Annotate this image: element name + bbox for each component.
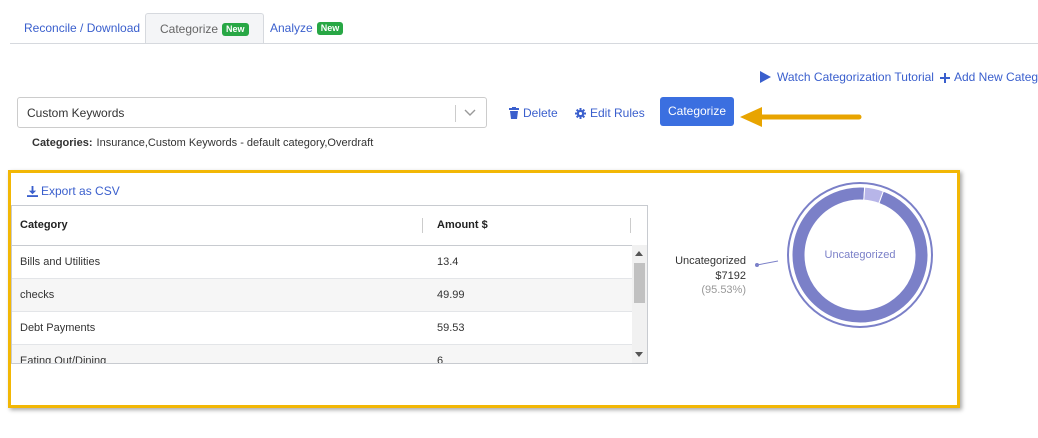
add-new-category-link[interactable]: Add New Catego (940, 70, 1038, 84)
callout-amount: $7192 (715, 270, 746, 282)
table-row[interactable]: checks 49.99 (12, 279, 632, 312)
gear-icon (575, 108, 586, 119)
rule-set-select[interactable]: Custom Keywords (17, 97, 487, 128)
new-badge: New (222, 23, 249, 36)
row-amount: 59.53 (437, 322, 465, 334)
categories-summary: Categories: Insurance,Custom Keywords - d… (32, 137, 373, 149)
table-row[interactable]: Bills and Utilities 13.4 (12, 246, 632, 279)
select-divider (455, 105, 456, 122)
column-divider (630, 218, 631, 233)
column-divider (422, 218, 423, 233)
categorize-button[interactable]: Categorize (660, 97, 734, 126)
tabs-divider (10, 43, 1038, 44)
callout-dot (755, 263, 759, 267)
row-category: Bills and Utilities (20, 256, 101, 268)
scroll-down-icon[interactable] (635, 352, 643, 357)
category-table: Category Amount $ Bills and Utilities 13… (11, 205, 648, 364)
column-header-amount[interactable]: Amount $ (437, 206, 488, 245)
row-amount: 49.99 (437, 289, 465, 301)
row-category: Eating Out/Dining (20, 355, 107, 364)
new-badge: New (316, 22, 344, 35)
tab-categorize[interactable]: Categorize New (145, 13, 264, 44)
tab-label: Analyze (270, 21, 313, 35)
row-category: checks (20, 289, 55, 301)
trash-icon (509, 107, 519, 119)
row-category: Debt Payments (20, 322, 96, 334)
edit-rules-button[interactable]: Edit Rules (575, 106, 645, 120)
tab-label: Reconcile / Download (24, 21, 141, 35)
play-icon (760, 71, 771, 83)
tab-label: Categorize (160, 22, 219, 36)
callout-percent: (95.53%) (701, 284, 746, 296)
export-label: Export as CSV (41, 184, 120, 198)
watch-tutorial-label: Watch Categorization Tutorial (777, 70, 934, 84)
chevron-down-icon (464, 109, 476, 116)
select-value: Custom Keywords (27, 106, 125, 120)
table-row[interactable]: Debt Payments 59.53 (12, 312, 632, 345)
delete-button[interactable]: Delete (509, 106, 558, 120)
callout-name: Uncategorized (675, 255, 746, 267)
row-amount: 6 (437, 355, 444, 364)
edit-rules-label: Edit Rules (590, 106, 645, 120)
categories-label: Categories: (32, 137, 93, 149)
add-new-label: Add New Catego (954, 70, 1038, 84)
scrollbar-thumb[interactable] (634, 263, 645, 303)
callout-line (756, 260, 779, 266)
watch-tutorial-link[interactable]: Watch Categorization Tutorial (760, 70, 934, 84)
row-amount: 13.4 (437, 256, 459, 268)
column-header-category[interactable]: Category (20, 206, 68, 245)
plus-icon (940, 73, 950, 83)
donut-center-label: Uncategorized (824, 249, 896, 261)
table-row[interactable]: Eating Out/Dining 6 (12, 345, 632, 364)
categories-value: Insurance,Custom Keywords - default cate… (96, 137, 374, 149)
tab-reconcile-download[interactable]: Reconcile / Download (10, 13, 154, 43)
export-csv-link[interactable]: Export as CSV (27, 184, 120, 198)
delete-label: Delete (523, 106, 558, 120)
table-header: Category Amount $ (12, 206, 647, 246)
tab-analyze[interactable]: Analyze New (256, 13, 357, 43)
download-icon (27, 186, 38, 197)
annotation-arrow-icon (740, 107, 862, 127)
